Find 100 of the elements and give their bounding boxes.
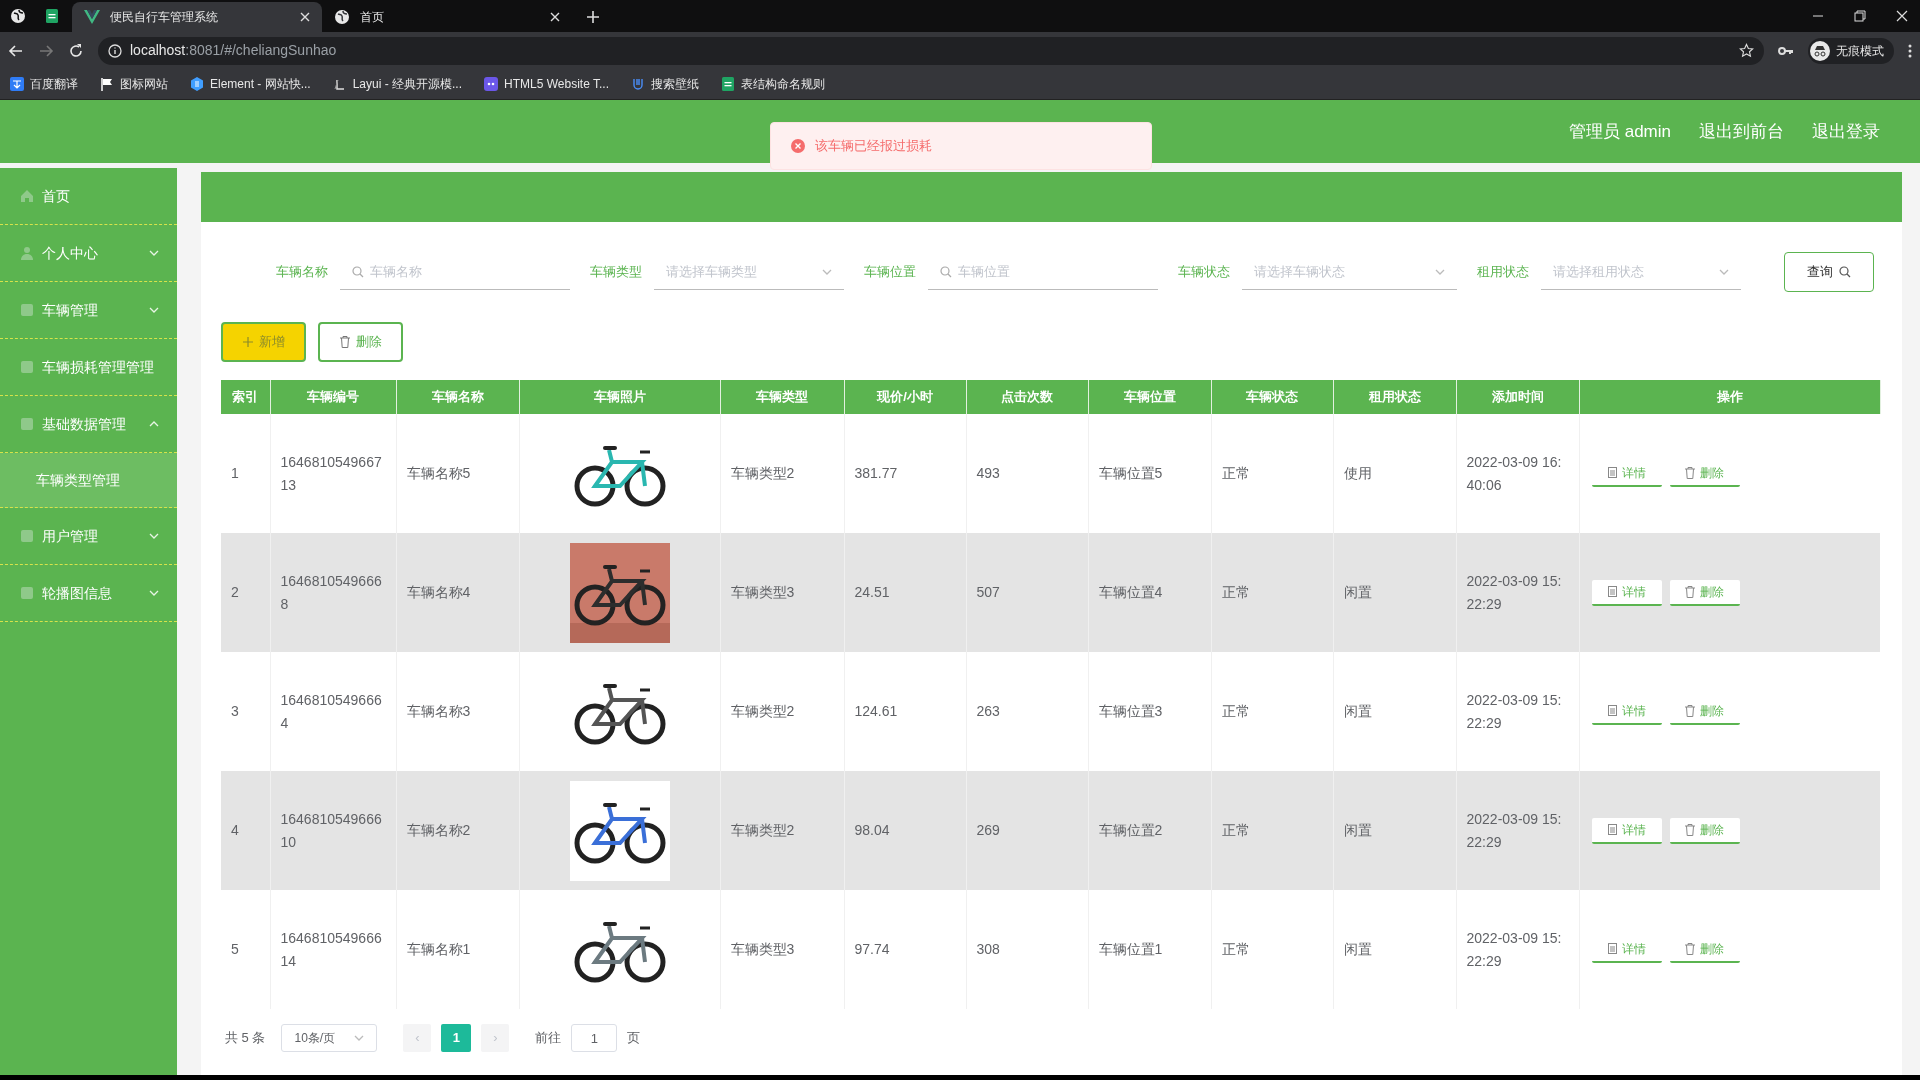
total-count: 共 5 条: [225, 1029, 266, 1048]
table-cell-text: 车辆类型2: [730, 821, 795, 840]
trash-icon: [339, 336, 350, 348]
sidebar-item[interactable]: 轮播图信息: [0, 565, 177, 622]
table-cell-text: 2022-03-09 15:22:29: [1466, 928, 1563, 971]
chevron-down-icon: [1719, 268, 1729, 275]
select-field[interactable]: 请选择车辆类型: [666, 256, 816, 287]
reload-icon[interactable]: [68, 42, 84, 59]
close-icon[interactable]: [550, 12, 560, 22]
delete-button[interactable]: 删除: [1669, 579, 1740, 606]
sidebar-subitem[interactable]: 车辆类型管理: [0, 453, 177, 508]
add-button[interactable]: 新增: [221, 322, 306, 362]
sidebar-item[interactable]: 车辆管理: [0, 282, 177, 339]
tab-title: 便民自行车管理系统: [110, 9, 219, 26]
sheet-icon[interactable]: [44, 8, 60, 24]
search-field[interactable]: 车辆名称: [370, 256, 558, 287]
trash-icon: [1685, 942, 1695, 955]
detail-button[interactable]: 详情: [1591, 817, 1662, 844]
select-field[interactable]: 请选择租用状态: [1553, 256, 1713, 287]
table-cell-text: 正常: [1221, 940, 1250, 959]
trash-icon: [1685, 585, 1695, 598]
table-cell-text: 2022-03-09 15:22:29: [1466, 690, 1563, 733]
previous-page-button[interactable]: ‹: [403, 1024, 432, 1052]
address-bar[interactable]: localhost:8081/#/cheliangSunhao: [98, 36, 1764, 65]
incognito-icon: [1810, 40, 1830, 61]
search-field[interactable]: 车辆位置: [958, 256, 1146, 287]
table-cell-text: 车辆位置1: [1098, 940, 1163, 959]
table-cell-text: 308: [976, 940, 1000, 959]
table-cell-text: 车辆名称3: [406, 702, 471, 721]
bookmark[interactable]: 百度翻译: [10, 75, 78, 93]
globe-icon: [334, 9, 350, 25]
bookmark[interactable]: HTML5 Website T...: [484, 75, 609, 93]
key-icon[interactable]: [1778, 44, 1794, 57]
bookmark[interactable]: 图标网站: [100, 75, 168, 93]
bookmark[interactable]: 表结构命名规则: [721, 75, 825, 93]
detail-button[interactable]: 详情: [1591, 579, 1662, 606]
delete-button[interactable]: 删除: [1669, 817, 1740, 844]
bookmark[interactable]: Layui - 经典开源模...: [332, 75, 463, 93]
page-size-select[interactable]: 10条/页: [281, 1024, 378, 1052]
table-cell-text: 闲置: [1343, 583, 1372, 602]
delete-button[interactable]: 删除: [318, 322, 403, 362]
table-cell-text: 164681054966713: [280, 452, 383, 495]
incognito-badge[interactable]: 无痕模式: [1808, 37, 1894, 64]
table-cell-text: 闲置: [1343, 702, 1372, 721]
bookmark-icon: [10, 77, 24, 91]
bookmark-icon: [721, 77, 735, 91]
table-cell-text: 车辆类型2: [730, 702, 795, 721]
table-cell-text: 24.51: [854, 583, 890, 602]
back-icon[interactable]: [8, 42, 24, 59]
next-page-button[interactable]: ›: [481, 1024, 510, 1052]
page-input[interactable]: 1: [571, 1024, 618, 1052]
bookmark[interactable]: 搜索壁纸: [631, 75, 699, 93]
table-cell-text: 正常: [1221, 821, 1250, 840]
table-cell-text: 车辆名称5: [406, 464, 471, 483]
table-cell-text: 车辆类型3: [730, 583, 795, 602]
filter-label: 租用状态: [1477, 263, 1529, 282]
browser-tab[interactable]: 首页: [322, 2, 572, 32]
table-cell-text: 1: [231, 464, 239, 483]
table-cell-text: 16468105496664: [280, 690, 383, 733]
chevron-down-icon: [1435, 268, 1445, 275]
home-icon: [20, 189, 34, 203]
star-icon[interactable]: [1739, 43, 1754, 58]
restore-icon[interactable]: [1854, 10, 1866, 22]
more-icon[interactable]: [1908, 43, 1912, 58]
header-link[interactable]: 退出到前台: [1699, 118, 1784, 145]
table-cell-text: 车辆类型2: [730, 464, 795, 483]
table-cell-text: 381.77: [854, 464, 898, 483]
page-button[interactable]: 1: [441, 1024, 472, 1052]
info-icon[interactable]: [108, 43, 122, 58]
chevron-down-icon: [354, 1035, 365, 1041]
header-link[interactable]: 退出登录: [1812, 118, 1880, 145]
sidebar-item[interactable]: 车辆损耗管理管理: [0, 339, 177, 396]
close-icon[interactable]: [300, 12, 310, 22]
sidebar-item[interactable]: 个人中心: [0, 225, 177, 282]
table-cell-text: 车辆位置2: [1098, 821, 1163, 840]
table-cell-text: 2022-03-09 16:40:06: [1466, 452, 1563, 495]
trash-icon: [1685, 466, 1695, 479]
table-cell-text: 正常: [1221, 464, 1250, 483]
bookmark-icon: [190, 77, 204, 91]
browser-tab[interactable]: 便民自行车管理系统: [72, 2, 322, 32]
document-icon: [1607, 467, 1617, 478]
sidebar-item[interactable]: 用户管理: [0, 508, 177, 565]
forward-icon[interactable]: [38, 42, 54, 59]
search-button[interactable]: 查询: [1784, 252, 1874, 292]
table-cell-text: 闲置: [1343, 821, 1372, 840]
document-icon: [1607, 943, 1617, 954]
table-cell-text: 507: [976, 583, 1000, 602]
bookmark-icon: [631, 77, 645, 91]
toast-message: 该车辆已经报过损耗: [815, 137, 932, 156]
select-field[interactable]: 请选择车辆状态: [1254, 256, 1429, 287]
sidebar-item[interactable]: 首页: [0, 168, 177, 225]
bookmark[interactable]: Element - 网站快...: [190, 75, 311, 93]
filter-label: 车辆类型: [590, 263, 642, 282]
close-icon[interactable]: [1896, 10, 1908, 22]
table-cell-text: 16468105496668: [280, 571, 383, 614]
url-text: localhost:8081/#/cheliangSunhao: [130, 41, 337, 60]
table-cell-text: 车辆名称2: [406, 821, 471, 840]
new-tab-icon[interactable]: [586, 10, 600, 24]
tab-title: 首页: [360, 9, 385, 26]
table-cell-text: 车辆位置3: [1098, 702, 1163, 721]
